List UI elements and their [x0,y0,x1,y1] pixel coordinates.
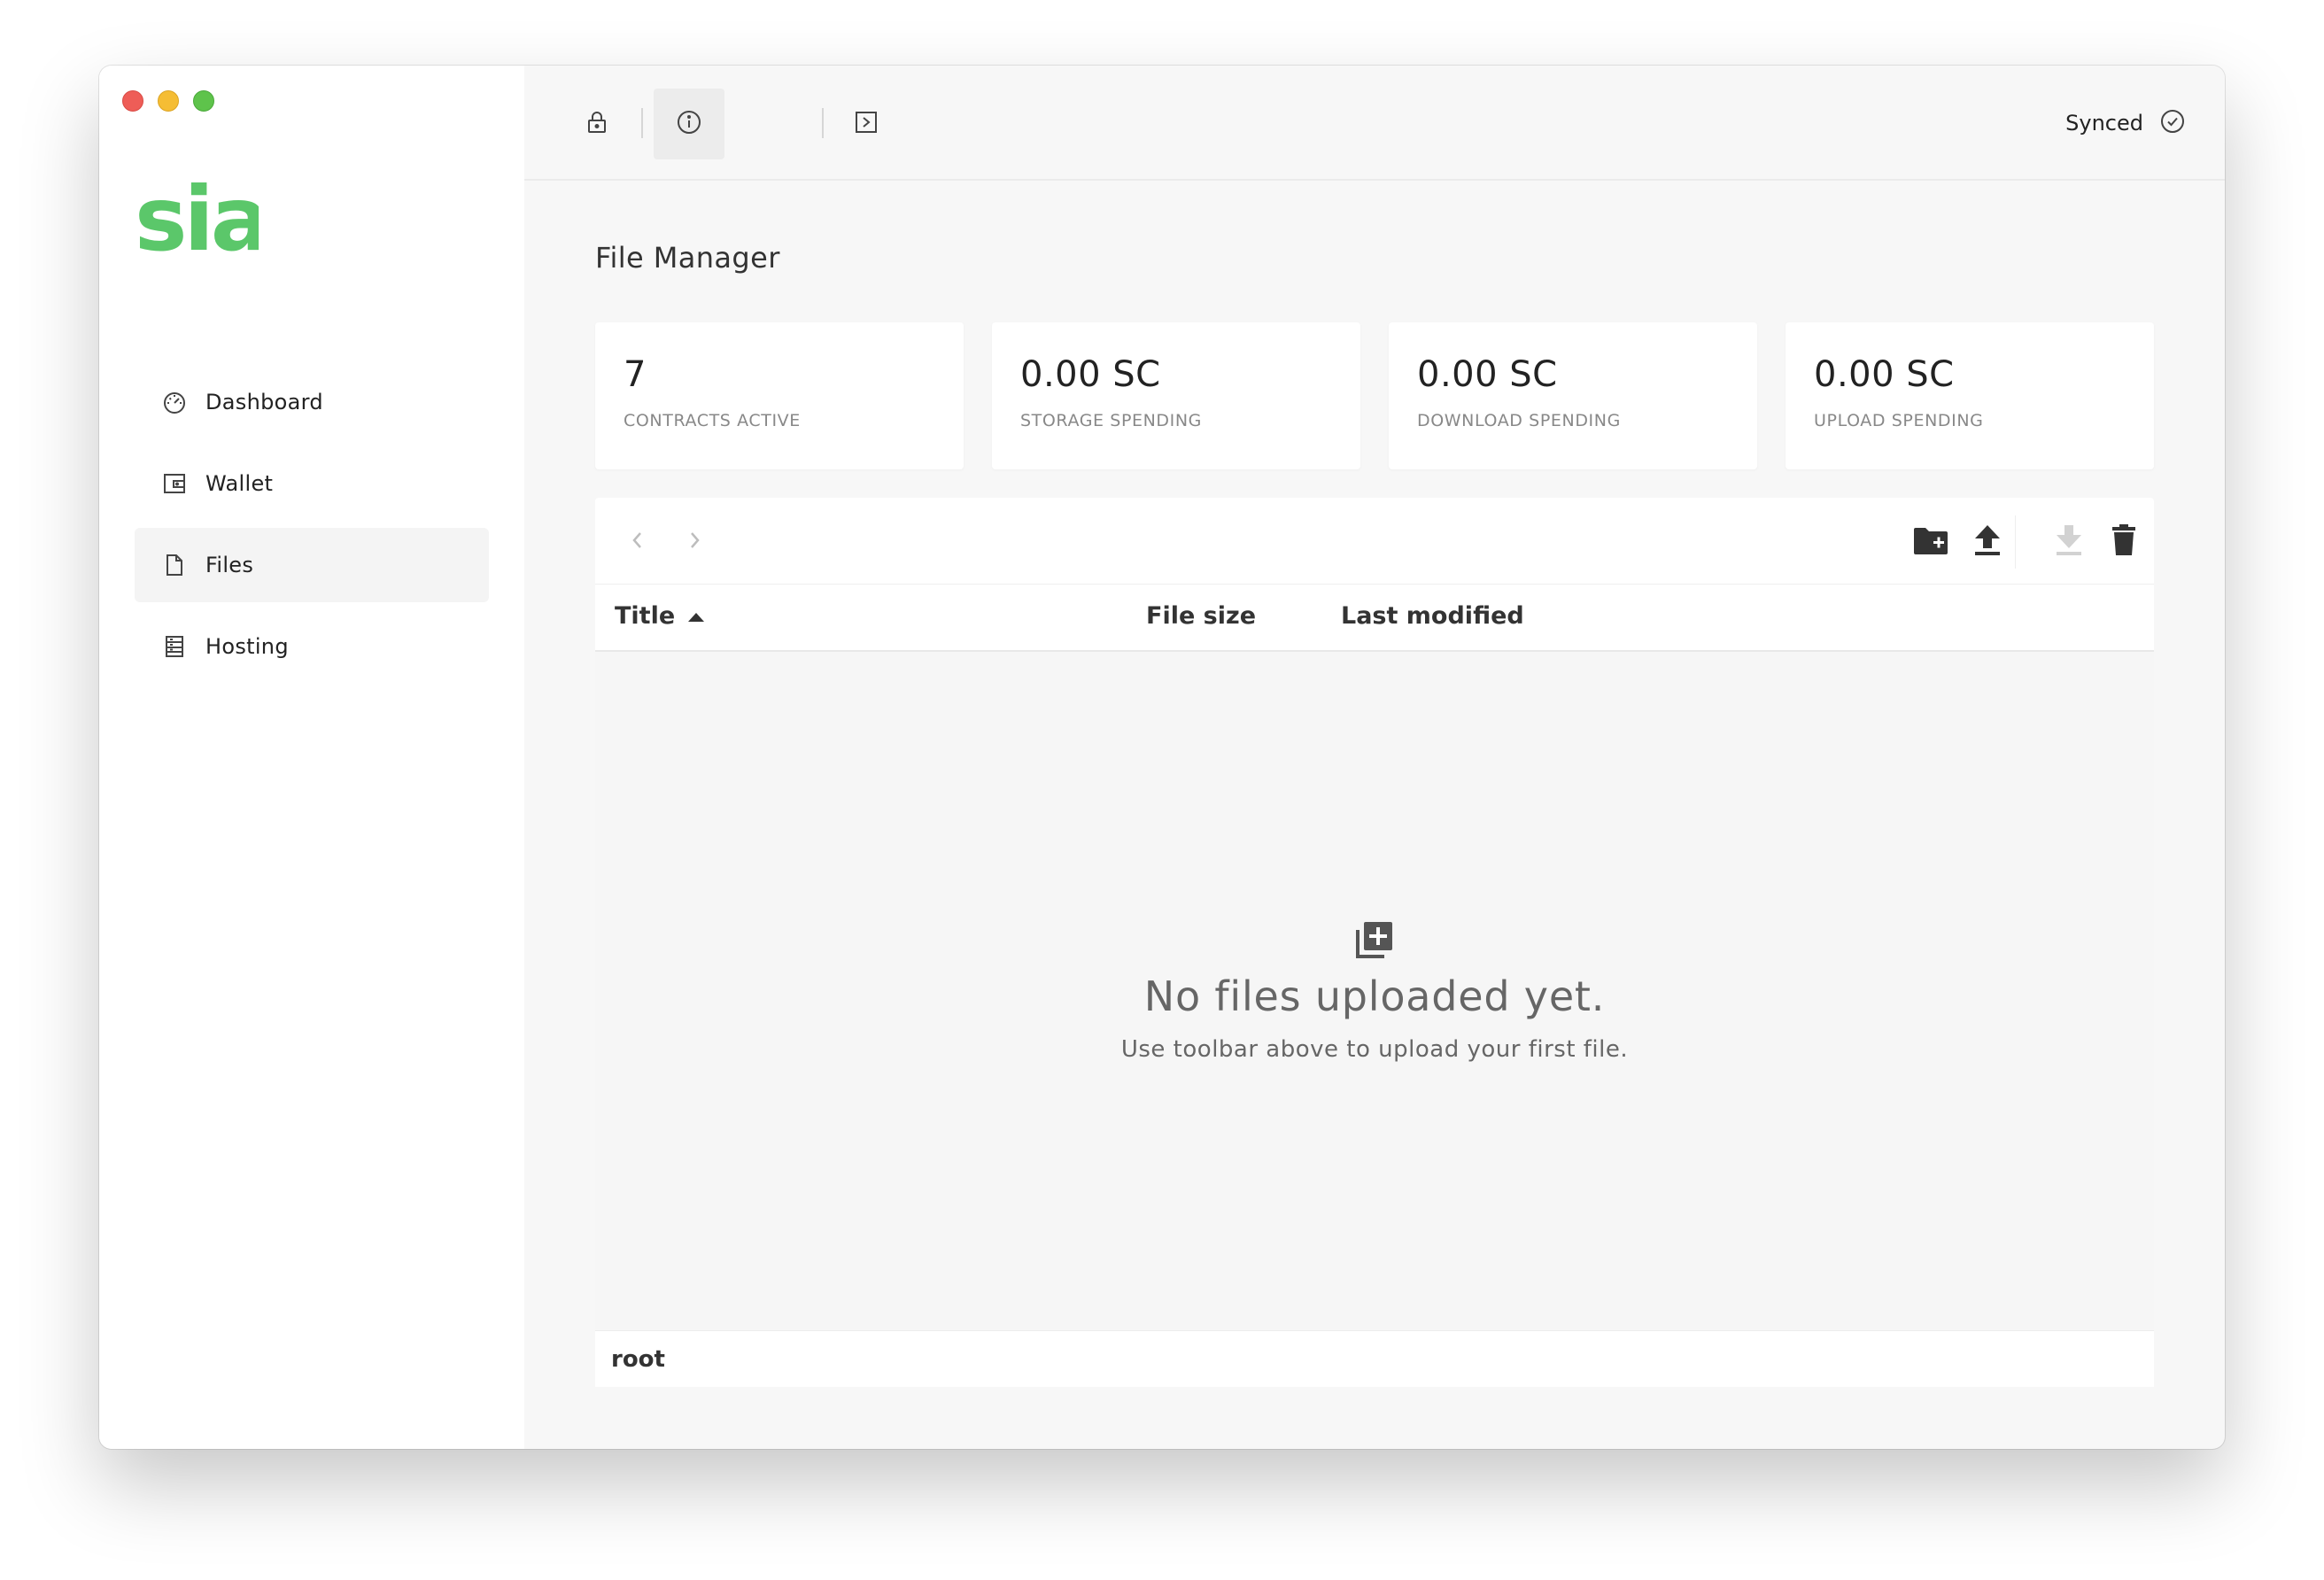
wallet-icon [161,470,188,497]
stat-value: 0.00 SC [1417,354,1558,395]
toolbar-divider [641,108,643,138]
delete-icon [2111,523,2137,561]
check-circle-icon [2159,108,2186,138]
file-icon [161,552,188,578]
stat-card-contracts: 7 CONTRACTS ACTIVE [595,322,964,469]
column-last-modified[interactable]: Last modified [1341,602,1524,630]
sidebar: sia Dashboard Wallet Files Hosting [99,66,524,1449]
stat-label: CONTRACTS ACTIVE [624,411,801,430]
delete-button[interactable] [2101,519,2147,565]
new-folder-icon [1912,524,1949,560]
column-file-size-label: File size [1146,602,1257,630]
sidebar-item-files[interactable]: Files [135,528,489,602]
terminal-button[interactable] [831,89,902,159]
sidebar-item-dashboard[interactable]: Dashboard [135,365,489,439]
dashboard-icon [161,389,188,415]
stat-value: 7 [624,354,647,395]
add-files-icon [1354,919,1395,960]
page-title: File Manager [595,241,780,275]
app-window: sia Dashboard Wallet Files Hosting Synce… [99,66,2225,1449]
info-icon [676,109,702,139]
file-list: No files uploaded yet. Use toolbar above… [595,652,2154,1330]
window-controls [122,90,214,112]
sidebar-item-label: Wallet [205,471,274,496]
download-icon [2055,523,2083,561]
sia-logo: sia [135,172,259,260]
sidebar-item-wallet[interactable]: Wallet [135,446,489,521]
sidebar-item-hosting[interactable]: Hosting [135,609,489,684]
sidebar-item-label: Hosting [205,634,289,659]
stat-value: 0.00 SC [1020,354,1161,395]
file-toolbar [595,498,2154,585]
column-file-size[interactable]: File size [1146,602,1256,630]
sync-status: Synced [2065,108,2186,138]
stat-label: STORAGE SPENDING [1020,411,1202,430]
empty-state-subtitle: Use toolbar above to upload your first f… [1120,1036,1629,1063]
stat-label: DOWNLOAD SPENDING [1417,411,1621,430]
sort-ascending-icon [687,602,705,630]
empty-state: No files uploaded yet. Use toolbar above… [595,919,2154,1063]
toolbar-divider [822,108,824,138]
new-folder-button[interactable] [1908,519,1954,565]
stat-card-upload: 0.00 SC UPLOAD SPENDING [1786,322,2154,469]
upload-icon [1973,523,2002,561]
file-table-header: Title File size Last modified [595,585,2154,652]
sync-status-label: Synced [2065,111,2143,136]
sidebar-item-label: Dashboard [205,390,323,414]
svg-text:sia: sia [135,172,259,260]
toolbar-divider [2015,515,2016,569]
back-button[interactable] [615,519,661,565]
maximize-window-button[interactable] [193,90,214,112]
empty-state-title: No files uploaded yet. [1143,972,1606,1020]
forward-arrow-icon [684,528,705,556]
top-toolbar: Synced [524,66,2225,181]
column-last-modified-label: Last modified [1341,602,1524,630]
sidebar-nav: Dashboard Wallet Files Hosting [135,365,489,691]
breadcrumb: root [595,1330,2154,1387]
upload-button[interactable] [1964,519,2010,565]
back-arrow-icon [627,528,648,556]
info-button[interactable] [654,89,724,159]
stat-value: 0.00 SC [1814,354,1955,395]
main-content: Synced File Manager 7 CONTRACTS ACTIVE 0… [524,66,2225,1449]
stat-card-storage: 0.00 SC STORAGE SPENDING [992,322,1360,469]
forward-button[interactable] [671,519,717,565]
download-button[interactable] [2046,519,2092,565]
column-title-label: Title [615,602,676,630]
stats-row: 7 CONTRACTS ACTIVE 0.00 SC STORAGE SPEND… [595,322,2154,469]
file-browser: Title File size Last modified No files u… [595,498,2154,1387]
breadcrumb-item-root[interactable]: root [611,1346,665,1373]
lock-button[interactable] [562,89,632,159]
stat-label: UPLOAD SPENDING [1814,411,1984,430]
terminal-icon [854,110,879,138]
column-title[interactable]: Title [615,602,705,630]
stat-card-download: 0.00 SC DOWNLOAD SPENDING [1389,322,1757,469]
minimize-window-button[interactable] [158,90,179,112]
close-window-button[interactable] [122,90,143,112]
hosting-icon [161,633,188,660]
lock-icon [585,110,608,138]
sidebar-item-label: Files [205,553,254,577]
